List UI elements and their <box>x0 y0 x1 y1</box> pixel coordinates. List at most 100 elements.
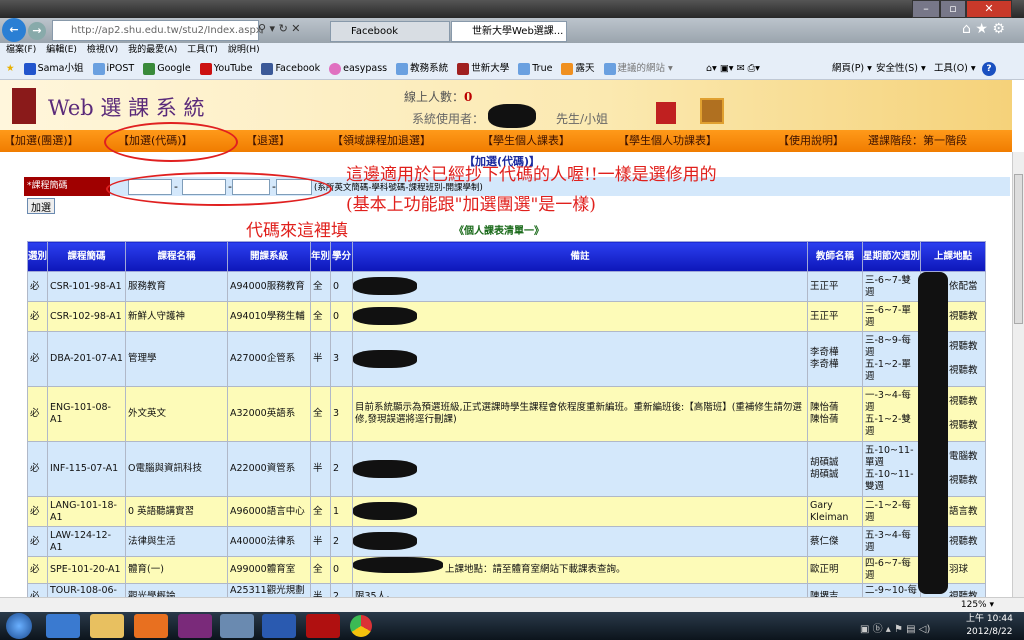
tab-active[interactable]: 世新大學Web選課... <box>451 21 567 42</box>
table-row[interactable]: 必 LANG-101-18-A1 0 英語聽講實習 A96000語言中心全 1 Gary … <box>27 496 986 527</box>
menu-help[interactable]: 說明(H) <box>228 45 260 55</box>
table-row[interactable]: 必 LAW-124-12-A1 法律與生活 A40000法律系半 2 蔡仁傑 五-3~4-每… <box>27 526 986 557</box>
redaction-mark <box>353 557 443 573</box>
list-title: 《個人課表清單一》 <box>454 226 544 237</box>
column-header: 教師名稱 <box>807 241 863 272</box>
help-icon[interactable]: ? <box>982 62 996 76</box>
table-cell: 0 <box>330 301 353 332</box>
taskbar-media-icon[interactable] <box>134 614 168 638</box>
fav-item[interactable]: 建議的網站 ▾ <box>603 62 673 75</box>
fav-item[interactable]: Sama小姐 <box>23 62 84 75</box>
fav-item[interactable]: Google <box>143 62 191 75</box>
menu-tools[interactable]: 工具(T) <box>187 45 218 55</box>
column-header: 課程簡碼 <box>47 241 126 272</box>
table-cell: SPE-101-20-A1 <box>47 556 126 584</box>
table-row[interactable]: 必 CSR-102-98-A1 新鮮人守護神 A94010學務生輔全 0 王正平 三-6~7… <box>27 301 986 332</box>
taskbar-word-icon[interactable] <box>262 614 296 638</box>
table-cell: 2 <box>330 441 353 497</box>
table-cell: LAW-124-12-A1 <box>47 526 126 557</box>
cmd-tools[interactable]: 工具(O) ▾ <box>934 58 976 80</box>
table-cell: 李奇樺 李奇樺 <box>807 331 863 387</box>
table-cell: 半 <box>310 526 331 557</box>
minimize-button[interactable]: – <box>912 0 940 18</box>
redaction-mark <box>353 502 417 520</box>
clock[interactable]: 上午 10:44 2012/8/22 <box>966 613 1013 639</box>
taskbar-chrome-icon[interactable] <box>350 615 372 637</box>
fav-item[interactable]: 教務系統 <box>396 62 448 75</box>
fav-item[interactable]: True <box>518 62 552 75</box>
taskbar-paint-icon[interactable] <box>220 614 254 638</box>
annotation-text: (基本上功能跟"加選團選"是一樣) <box>346 195 596 215</box>
redaction-mark <box>488 104 536 128</box>
close-button[interactable]: ✕ <box>966 0 1012 18</box>
table-cell <box>352 271 808 302</box>
fav-item[interactable]: 世新大學 <box>457 62 509 75</box>
table-cell: 必 <box>27 301 48 332</box>
nav-schedule2[interactable]: 【學生個人功課表】 <box>618 130 717 152</box>
table-cell: 一-3~4-每週 五-1~2-雙週 <box>862 386 921 442</box>
table-cell: A22000資管系 <box>227 441 311 497</box>
annotation-text: 這邊適用於已經抄下代碼的人喔!!一樣是選修用的 <box>346 165 717 185</box>
home-star-gear-icons[interactable]: ⌂ ★ ⚙ <box>962 21 1005 37</box>
table-cell: LANG-101-18-A1 <box>47 496 126 527</box>
nav-help[interactable]: 【使用說明】 <box>778 130 844 152</box>
home-icon[interactable] <box>656 102 676 124</box>
menu-bar: 檔案(F) 編輯(E) 檢視(V) 我的最愛(A) 工具(T) 說明(H) <box>0 43 1024 58</box>
taskbar-winrar-icon[interactable] <box>178 614 212 638</box>
back-icon[interactable]: ← <box>2 18 26 42</box>
table-row[interactable]: 必 ENG-101-08-A1 外文英文 A32000英語系全 3 目前系統顯示為預選班級… <box>27 386 986 442</box>
menu-edit[interactable]: 編輯(E) <box>46 45 77 55</box>
search-refresh-stop-icons[interactable]: ⚲ ▾ ↻ ✕ <box>258 22 301 35</box>
redaction-mark <box>353 277 417 295</box>
tray-icons[interactable]: ▣ ⓑ ▴ ⚑ ▤ ◁) <box>860 620 930 635</box>
table-cell: 王正平 <box>807 271 863 302</box>
table-cell: 0 <box>330 271 353 302</box>
vertical-scrollbar[interactable] <box>1012 152 1024 597</box>
table-cell: 體育(一) <box>125 556 228 584</box>
logout-icon[interactable] <box>700 98 724 124</box>
tab-facebook[interactable]: Facebook <box>330 21 450 42</box>
favorites-star-icon[interactable]: ★ <box>6 63 15 74</box>
table-row[interactable]: 必 SPE-101-20-A1 體育(一) A99000體育室全 0 上課地點：請至體育室… <box>27 556 986 584</box>
nav-schedule[interactable]: 【學生個人課表】 <box>482 130 570 152</box>
fav-item[interactable]: 露天 <box>561 62 595 75</box>
user-suffix: 先生/小姐 <box>556 112 609 126</box>
table-cell: 王正平 <box>807 301 863 332</box>
add-button[interactable]: 加選 <box>27 198 55 214</box>
table-cell: 2 <box>330 526 353 557</box>
table-cell: 必 <box>27 496 48 527</box>
nav-drop[interactable]: 【退選】 <box>246 130 290 152</box>
fav-item[interactable]: easypass <box>329 62 387 75</box>
table-cell: 半 <box>310 441 331 497</box>
maximize-button[interactable]: ▫ <box>940 0 966 18</box>
menu-view[interactable]: 檢視(V) <box>87 45 118 55</box>
cmd-page[interactable]: 網頁(P) ▾ <box>832 58 872 80</box>
menu-favorites[interactable]: 我的最愛(A) <box>128 45 177 55</box>
fav-item[interactable]: iPOST <box>92 62 134 75</box>
forward-icon[interactable]: → <box>28 22 46 40</box>
taskbar-ie-icon[interactable] <box>46 614 80 638</box>
command-icons[interactable]: ⌂▾ ▣▾ ✉ ⎙▾ <box>706 58 760 80</box>
table-cell <box>352 301 808 332</box>
nav-add-group[interactable]: 【加選(團選)】 <box>4 130 79 152</box>
table-row[interactable]: 必 DBA-201-07-A1 管理學 A27000企管系半 3 李奇樺 李奇樺 三-8~9… <box>27 331 986 387</box>
school-logo <box>12 88 36 124</box>
taskbar-acrobat-icon[interactable] <box>306 614 340 638</box>
fav-item[interactable]: Facebook <box>261 62 320 75</box>
table-cell: 0 英語聽講實習 <box>125 496 228 527</box>
fav-item[interactable]: YouTube <box>199 62 252 75</box>
zoom-level[interactable]: 125% <box>961 600 987 610</box>
table-row[interactable]: 必 INF-115-07-A1 O電腦與資訊科技 A22000資管系半 2 胡碩誠 胡碩誠… <box>27 441 986 497</box>
nav-domain[interactable]: 【領域課程加退選】 <box>332 130 431 152</box>
table-cell: 歐正明 <box>807 556 863 584</box>
table-cell: 四-6~7-每週 <box>862 556 921 584</box>
menu-file[interactable]: 檔案(F) <box>6 45 36 55</box>
cmd-safety[interactable]: 安全性(S) ▾ <box>876 58 926 80</box>
table-cell: 3 <box>330 386 353 442</box>
taskbar-explorer-icon[interactable] <box>90 614 124 638</box>
table-row[interactable]: 必 CSR-101-98-A1 服務教育 A94000服務教育全 0 王正平 三-6~7-雙… <box>27 271 986 302</box>
column-header: 備註 <box>352 241 808 272</box>
start-button[interactable] <box>6 613 32 639</box>
column-header: 上課地點 <box>920 241 986 272</box>
address-bar[interactable]: http://ap2.shu.edu.tw/stu2/Index.aspx <box>52 20 262 41</box>
